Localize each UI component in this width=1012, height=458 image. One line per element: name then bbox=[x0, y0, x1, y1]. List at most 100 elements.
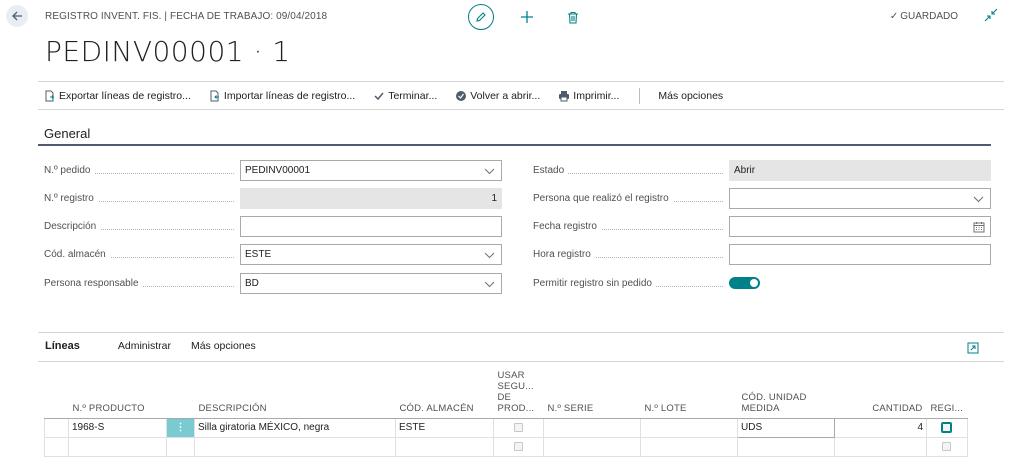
plus-icon bbox=[521, 11, 533, 23]
time-field: Hora registro bbox=[533, 243, 991, 265]
manage-button[interactable]: Administrar bbox=[118, 340, 171, 352]
saved-status: ✓ GUARDADO bbox=[889, 11, 958, 22]
record-title: PEDINV00001 · 1 bbox=[45, 35, 291, 68]
col-recorded[interactable]: REGI... bbox=[926, 362, 968, 419]
col-use-tracking[interactable]: USAR SEGU... DE PROD... bbox=[493, 362, 544, 419]
cell-description[interactable] bbox=[194, 436, 396, 457]
responsible-label: Persona responsable bbox=[44, 277, 143, 289]
cell-recorded bbox=[926, 417, 968, 438]
cell-quantity[interactable]: 4 bbox=[834, 417, 927, 438]
chevron-down-icon[interactable] bbox=[484, 166, 495, 177]
finish-button[interactable]: Terminar... bbox=[373, 90, 437, 102]
pencil-icon bbox=[476, 12, 486, 22]
status-label: Estado bbox=[533, 164, 569, 176]
row-menu-button[interactable]: ⋮ bbox=[166, 417, 195, 438]
date-field: Fecha registro bbox=[533, 215, 991, 237]
cell-uom[interactable]: UDS bbox=[737, 417, 835, 438]
col-lot-no[interactable]: N.º LOTE bbox=[640, 362, 738, 419]
col-description[interactable]: DESCRIPCIÓN bbox=[194, 362, 396, 419]
time-label: Hora registro bbox=[533, 248, 595, 260]
reopen-button[interactable]: Volver a abrir... bbox=[455, 90, 540, 102]
recording-no-label: N.º registro bbox=[44, 192, 98, 204]
cell-item-no[interactable]: 1968-S bbox=[68, 417, 167, 438]
import-file-icon bbox=[210, 90, 219, 101]
cell-use-tracking bbox=[493, 436, 544, 457]
expand-pane-button[interactable] bbox=[967, 342, 979, 357]
chevron-down-icon[interactable] bbox=[484, 250, 495, 261]
location-field: Cód. almacén ESTE bbox=[44, 243, 502, 265]
use-tracking-checkbox bbox=[514, 422, 523, 432]
checkmark-icon bbox=[374, 92, 384, 100]
export-file-icon bbox=[45, 90, 55, 101]
delete-button[interactable] bbox=[560, 4, 586, 30]
cell-lot-no[interactable] bbox=[640, 417, 738, 438]
cell-description[interactable]: Silla giratoria MÉXICO, negra bbox=[194, 417, 396, 438]
order-no-input[interactable]: PEDINV00001 bbox=[240, 159, 502, 181]
cell-quantity[interactable] bbox=[834, 436, 927, 457]
order-no-field: N.º pedido PEDINV00001 bbox=[44, 159, 502, 181]
responsible-input[interactable]: BD bbox=[240, 272, 502, 294]
new-button[interactable] bbox=[514, 4, 540, 30]
col-quantity[interactable]: CANTIDAD bbox=[834, 362, 927, 419]
responsible-field: Persona responsable BD bbox=[44, 272, 502, 294]
table-header-row: N.º PRODUCTO DESCRIPCIÓN CÓD. ALMACÉN US… bbox=[44, 362, 968, 419]
location-label: Cód. almacén bbox=[44, 248, 110, 260]
cell-serial-no[interactable] bbox=[543, 436, 641, 457]
table-row: 1968-S ⋮ Silla giratoria MÉXICO, negra E… bbox=[44, 417, 968, 438]
order-no-label: N.º pedido bbox=[44, 164, 95, 176]
recorded-checkbox[interactable] bbox=[941, 421, 953, 433]
printer-icon bbox=[559, 90, 570, 101]
row-selector[interactable] bbox=[44, 417, 69, 438]
cell-location[interactable] bbox=[395, 436, 494, 457]
cell-recorded bbox=[926, 436, 968, 457]
col-item-no[interactable]: N.º PRODUCTO bbox=[68, 362, 167, 419]
chevron-down-icon[interactable] bbox=[484, 279, 495, 290]
cell-item-no[interactable] bbox=[68, 436, 167, 457]
cell-location[interactable]: ESTE bbox=[395, 417, 494, 438]
collapse-button[interactable] bbox=[984, 8, 998, 22]
action-bar: Exportar líneas de registro... Importar … bbox=[38, 81, 1004, 110]
person-recorded-label: Persona que realizó el registro bbox=[533, 192, 673, 204]
calendar-icon[interactable] bbox=[973, 221, 985, 233]
lines-more-options-button[interactable]: Más opciones bbox=[191, 340, 256, 352]
cell-use-tracking bbox=[493, 417, 544, 438]
person-recorded-field: Persona que realizó el registro bbox=[533, 187, 991, 209]
edit-button[interactable] bbox=[468, 4, 494, 30]
allow-without-order-field: Permitir registro sin pedido bbox=[533, 272, 760, 294]
person-recorded-input[interactable] bbox=[729, 187, 991, 209]
use-tracking-checkbox bbox=[514, 441, 523, 451]
import-lines-button[interactable]: Importar líneas de registro... bbox=[209, 90, 355, 102]
cell-lot-no[interactable] bbox=[640, 436, 738, 457]
col-location[interactable]: CÓD. ALMACÉN bbox=[395, 362, 494, 419]
row-selector[interactable] bbox=[44, 436, 69, 457]
lines-title[interactable]: Líneas bbox=[45, 340, 80, 352]
chevron-down-icon[interactable] bbox=[973, 194, 984, 205]
check-icon: ✓ bbox=[889, 11, 899, 22]
export-lines-button[interactable]: Exportar líneas de registro... bbox=[44, 90, 191, 102]
recording-no-input: 1 bbox=[240, 187, 502, 209]
col-uom[interactable]: CÓD. UNIDAD MEDIDA bbox=[737, 362, 835, 419]
back-button[interactable] bbox=[6, 5, 28, 27]
lines-toolbar: Líneas Administrar Más opciones bbox=[45, 340, 256, 352]
col-selector bbox=[44, 362, 69, 419]
col-row-menu bbox=[166, 362, 195, 419]
action-separator bbox=[639, 87, 641, 104]
allow-without-order-label: Permitir registro sin pedido bbox=[533, 277, 656, 289]
cell-uom[interactable] bbox=[737, 436, 835, 457]
reopen-icon bbox=[456, 90, 467, 101]
time-input[interactable] bbox=[729, 243, 991, 265]
allow-without-order-toggle[interactable] bbox=[729, 277, 760, 289]
recording-no-field: N.º registro 1 bbox=[44, 187, 502, 209]
cell-serial-no[interactable] bbox=[543, 417, 641, 438]
location-input[interactable]: ESTE bbox=[240, 243, 502, 265]
lines-top-divider bbox=[38, 332, 1004, 333]
general-section-title[interactable]: General bbox=[44, 126, 90, 141]
col-serial-no[interactable]: N.º SERIE bbox=[543, 362, 641, 419]
date-input[interactable] bbox=[729, 215, 991, 237]
recorded-checkbox[interactable] bbox=[942, 441, 952, 451]
print-button[interactable]: Imprimir... bbox=[558, 90, 619, 102]
description-input[interactable] bbox=[240, 215, 502, 237]
more-options-button[interactable]: Más opciones bbox=[658, 90, 723, 102]
status-value: Abrir bbox=[729, 159, 991, 181]
expand-pane-icon bbox=[967, 342, 979, 354]
